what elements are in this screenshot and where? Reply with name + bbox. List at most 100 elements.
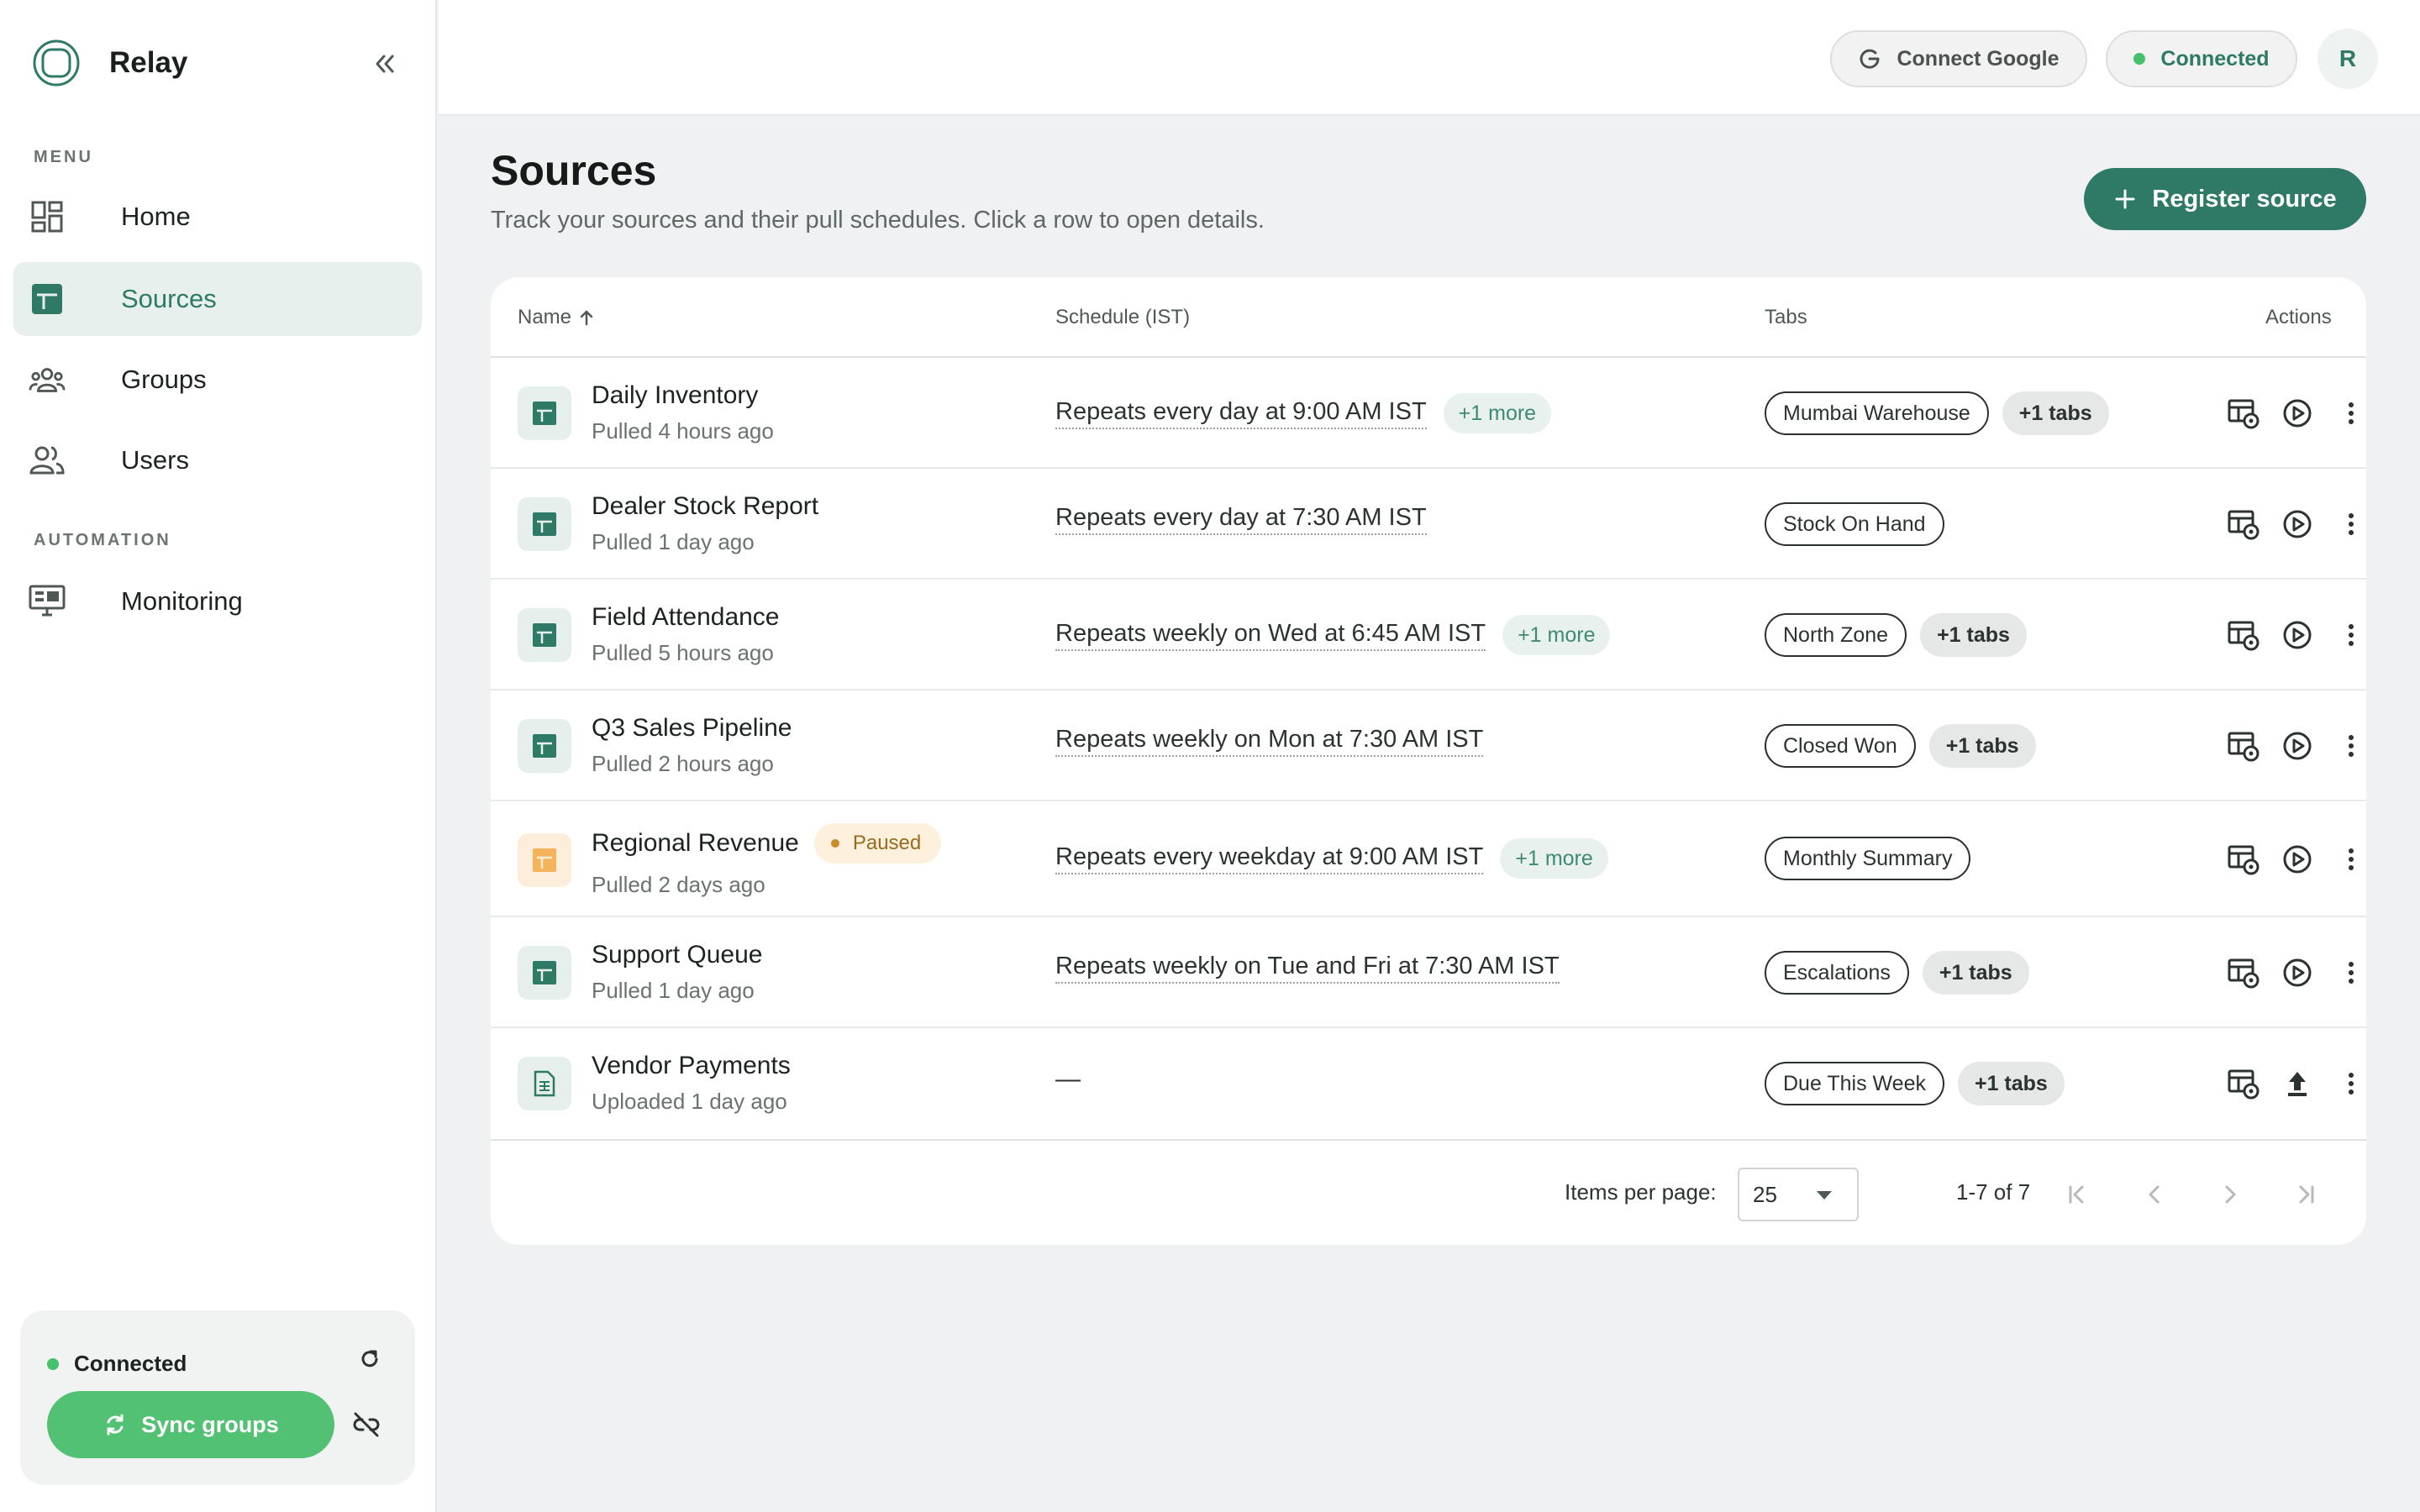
schedule-text[interactable]: Repeats every day at 9:00 AM IST	[1055, 398, 1427, 429]
schedule-text[interactable]: Repeats weekly on Wed at 6:45 AM IST	[1055, 620, 1486, 651]
more-actions-button[interactable]	[2331, 504, 2366, 544]
page-subtitle: Track your sources and their pull schedu…	[491, 207, 1265, 234]
column-header-actions: Actions	[2265, 306, 2332, 328]
table-row[interactable]: Regional Revenue Paused Pulled 2 days ag…	[491, 801, 2366, 917]
last-page-button[interactable]	[2286, 1174, 2326, 1215]
sidebar-item-home[interactable]: Home	[13, 180, 422, 254]
pagination-range: 1-7 of 7	[1956, 1179, 2031, 1205]
tab-chip: Due This Week	[1765, 1062, 1944, 1105]
preview-tabs-button[interactable]	[2223, 393, 2264, 433]
previous-page-button[interactable]	[2134, 1174, 2175, 1215]
connected-label: Connected	[2160, 46, 2270, 71]
more-actions-button[interactable]	[2331, 1063, 2366, 1104]
table-eye-icon	[2228, 510, 2260, 540]
chevron-right-icon	[2225, 1185, 2236, 1204]
more-schedules-chip[interactable]: +1 more	[1500, 838, 1608, 879]
more-actions-button[interactable]	[2331, 839, 2366, 879]
first-page-button[interactable]	[2057, 1174, 2097, 1215]
register-source-button[interactable]: Register source	[2084, 168, 2366, 230]
sidebar-item-users[interactable]: Users	[13, 423, 422, 497]
preview-tabs-button[interactable]	[2223, 1063, 2264, 1104]
first-page-icon	[2069, 1185, 2084, 1204]
upload-button[interactable]	[2277, 1063, 2317, 1104]
preview-tabs-button[interactable]	[2223, 504, 2264, 544]
upload-icon	[2288, 1072, 2307, 1096]
sources-table: Name Schedule (IST) Tabs Actions Daily I…	[491, 277, 2366, 1245]
table-eye-icon	[2228, 1069, 2260, 1100]
play-circle-icon	[2283, 399, 2312, 428]
more-actions-button[interactable]	[2331, 953, 2366, 993]
sidebar-item-groups[interactable]: Groups	[13, 343, 422, 417]
run-now-button[interactable]	[2277, 504, 2317, 544]
monitor-icon	[29, 583, 66, 620]
more-schedules-chip[interactable]: +1 more	[1443, 393, 1552, 433]
sidebar-item-sources[interactable]: Sources	[13, 262, 422, 336]
link-off-icon	[353, 1412, 380, 1437]
sidebar-item-label: Groups	[121, 365, 207, 394]
refresh-button[interactable]	[351, 1341, 388, 1378]
sidebar-item-label: Users	[121, 445, 189, 475]
google-icon	[1860, 49, 1880, 69]
more-actions-button[interactable]	[2331, 393, 2366, 433]
column-header-schedule: Schedule (IST)	[1055, 306, 1191, 328]
preview-tabs-button[interactable]	[2223, 615, 2264, 655]
sync-groups-label: Sync groups	[141, 1411, 279, 1437]
spreadsheet-icon	[518, 497, 571, 551]
disconnect-button[interactable]	[348, 1406, 385, 1443]
footer-divider	[491, 1139, 2366, 1141]
collapse-sidebar-button[interactable]	[366, 45, 403, 82]
status-dot	[2133, 53, 2146, 65]
table-row[interactable]: Daily Inventory Pulled 4 hours ago Repea…	[491, 358, 2366, 469]
more-schedules-chip[interactable]: +1 more	[1502, 615, 1611, 655]
source-name: Vendor Payments	[592, 1052, 791, 1079]
status-badge: Paused	[813, 823, 942, 864]
tab-chip: Closed Won	[1765, 724, 1916, 768]
schedule-text[interactable]: Repeats every weekday at 9:00 AM IST	[1055, 843, 1484, 874]
connection-card: Connected Sync groups	[20, 1310, 415, 1485]
table-row[interactable]: Field Attendance Pulled 5 hours ago Repe…	[491, 580, 2366, 690]
items-per-page-select[interactable]: 25	[1738, 1168, 1859, 1221]
table-eye-icon	[2228, 732, 2260, 762]
table-row[interactable]: Dealer Stock Report Pulled 1 day ago Rep…	[491, 469, 2366, 580]
play-circle-icon	[2283, 845, 2312, 874]
connect-google-button[interactable]: Connect Google	[1830, 30, 2087, 87]
connection-status: Connected	[47, 1351, 187, 1377]
schedule-text[interactable]: Repeats weekly on Tue and Fri at 7:30 AM…	[1055, 953, 1560, 984]
refresh-icon	[361, 1350, 378, 1368]
schedule-text[interactable]: Repeats every day at 7:30 AM IST	[1055, 504, 1427, 535]
table-eye-icon	[2228, 399, 2260, 429]
menu-section-label: MENU	[34, 148, 93, 166]
last-page-icon	[2299, 1185, 2314, 1204]
preview-tabs-button[interactable]	[2223, 953, 2264, 993]
spreadsheet-icon	[29, 281, 66, 318]
play-circle-icon	[2283, 732, 2312, 760]
play-circle-icon	[2283, 621, 2312, 649]
table-row[interactable]: Q3 Sales Pipeline Pulled 2 hours ago Rep…	[491, 690, 2366, 801]
tab-chip: Mumbai Warehouse	[1765, 391, 1989, 435]
schedule-text[interactable]: Repeats weekly on Mon at 7:30 AM IST	[1055, 726, 1484, 757]
run-now-button[interactable]	[2277, 839, 2317, 879]
next-page-button[interactable]	[2210, 1174, 2250, 1215]
run-now-button[interactable]	[2277, 726, 2317, 766]
sidebar-item-monitoring[interactable]: Monitoring	[13, 564, 422, 638]
source-last-pulled: Pulled 1 day ago	[592, 978, 755, 1003]
source-name: Q3 Sales Pipeline	[592, 714, 792, 742]
run-now-button[interactable]	[2277, 393, 2317, 433]
column-header-name[interactable]: Name	[518, 306, 597, 329]
preview-tabs-button[interactable]	[2223, 839, 2264, 879]
sync-groups-button[interactable]: Sync groups	[47, 1391, 334, 1458]
spreadsheet-icon	[518, 946, 571, 1000]
source-name: Support Queue	[592, 941, 763, 969]
connection-status-pill[interactable]: Connected	[2106, 30, 2297, 87]
run-now-button[interactable]	[2277, 615, 2317, 655]
preview-tabs-button[interactable]	[2223, 726, 2264, 766]
run-now-button[interactable]	[2277, 953, 2317, 993]
table-row[interactable]: Support Queue Pulled 1 day ago Repeats w…	[491, 917, 2366, 1028]
more-actions-button[interactable]	[2331, 726, 2366, 766]
avatar[interactable]: R	[2317, 29, 2378, 89]
more-actions-button[interactable]	[2331, 615, 2366, 655]
sidebar-item-label: Home	[121, 202, 191, 231]
table-row[interactable]: Vendor Payments Uploaded 1 day ago — Due…	[491, 1028, 2366, 1139]
source-last-pulled: Pulled 2 hours ago	[592, 751, 774, 776]
source-name: Dealer Stock Report	[592, 492, 819, 520]
